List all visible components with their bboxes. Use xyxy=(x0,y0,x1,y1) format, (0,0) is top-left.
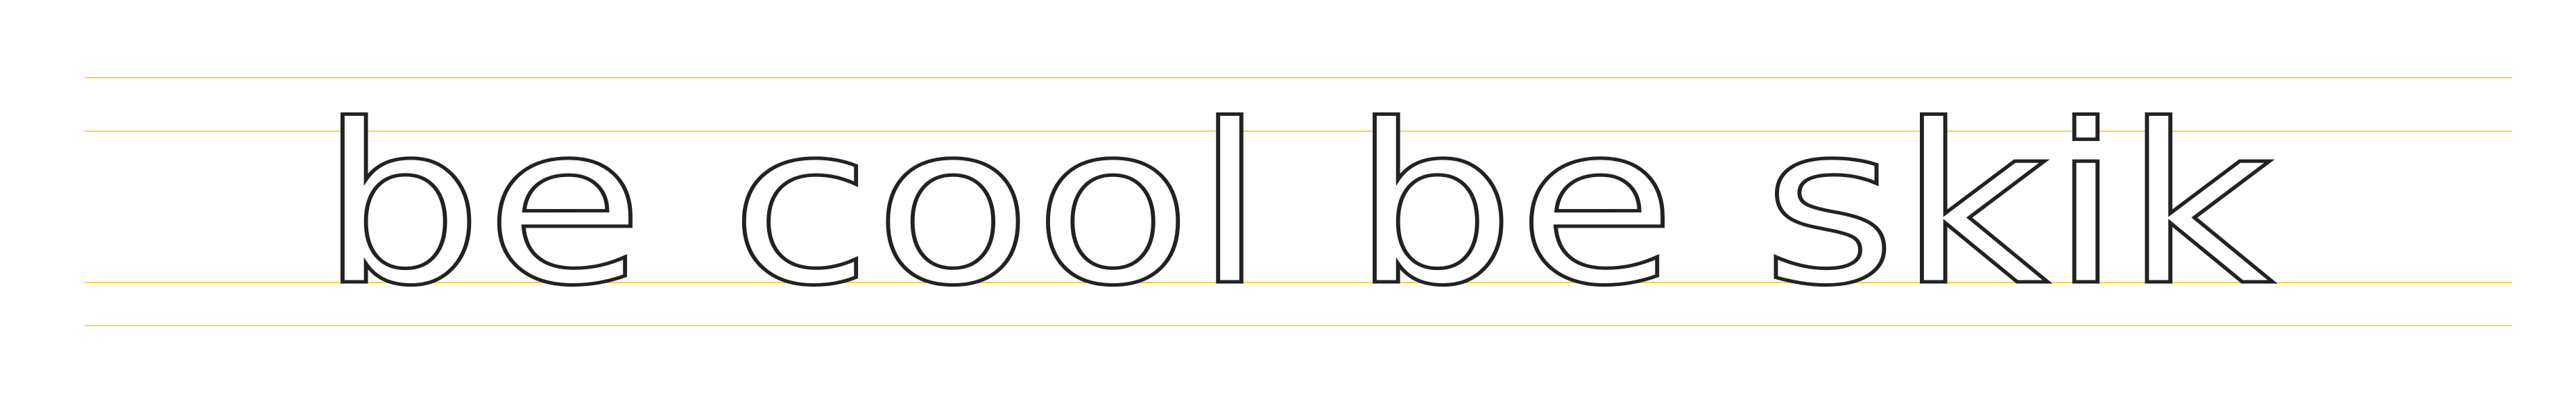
specimen-text-svg: be cool be skik xyxy=(318,76,2276,336)
specimen-text: be cool be skik xyxy=(319,77,2275,334)
type-specimen-canvas: be cool be skik xyxy=(0,0,2576,404)
